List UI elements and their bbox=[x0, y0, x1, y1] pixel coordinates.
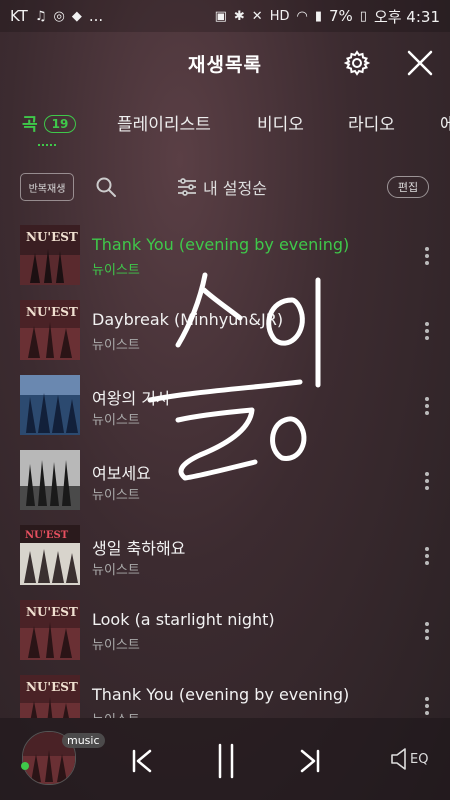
notification-icon: ◆ bbox=[71, 8, 82, 24]
svg-text:NU'EST: NU'EST bbox=[26, 230, 78, 244]
sliders-icon bbox=[178, 178, 196, 196]
list-item[interactable]: NU'EST Look (a starlight night) 뉴이스트 bbox=[0, 593, 450, 668]
song-title: Daybreak (Minhyun&JR) bbox=[92, 310, 284, 329]
svg-text:NU'EST: NU'EST bbox=[26, 605, 78, 619]
music-note-icon: ♫ bbox=[34, 8, 47, 24]
song-list[interactable]: NU'EST Thank You (evening by evening) 뉴이… bbox=[0, 218, 450, 718]
album-art: NU'EST bbox=[20, 600, 80, 660]
song-artist: 뉴이스트 bbox=[92, 563, 140, 578]
tab-video[interactable]: 비디오 bbox=[257, 110, 304, 135]
gear-icon bbox=[343, 50, 371, 76]
song-artist: 뉴이스트 bbox=[92, 638, 140, 653]
song-title: 생일 축하해요 bbox=[92, 539, 186, 558]
song-title: Look (a starlight night) bbox=[92, 610, 275, 629]
list-item[interactable]: 여보세요 뉴이스트 bbox=[0, 443, 450, 518]
album-art: NU'EST bbox=[20, 300, 80, 360]
status-bar: KT ♫ ◎ ◆ ... ▣ ✱ ✕ HD ◠ ▮ 7% ▯ 오후 4:31 bbox=[0, 0, 450, 32]
repeat-button[interactable]: 반복재생 bbox=[20, 173, 74, 201]
sort-button[interactable]: 내 설정순 bbox=[177, 175, 267, 199]
previous-button[interactable] bbox=[124, 743, 160, 779]
list-item[interactable]: NU'EST Thank You (evening by evening) 뉴이… bbox=[0, 218, 450, 293]
more-options-button[interactable] bbox=[420, 616, 434, 646]
close-button[interactable] bbox=[403, 46, 437, 80]
more-notifications: ... bbox=[88, 7, 104, 25]
album-art: NU'EST bbox=[20, 675, 80, 718]
tab-playlist[interactable]: 플레이리스트 bbox=[117, 110, 211, 135]
tab-bar: 곡 19 플레이리스트 비디오 라디오 에 bbox=[0, 96, 450, 156]
album-art bbox=[20, 450, 80, 510]
song-artist: 뉴이스트 bbox=[92, 413, 140, 428]
settings-button[interactable] bbox=[340, 46, 374, 80]
previous-icon bbox=[132, 749, 152, 773]
hd-icon: HD bbox=[269, 8, 290, 24]
more-options-button[interactable] bbox=[420, 466, 434, 496]
tab-songs-label: 곡 bbox=[22, 115, 38, 135]
instagram-icon: ◎ bbox=[53, 8, 65, 24]
song-title: Thank You (evening by evening) bbox=[92, 685, 350, 704]
signal-icon: ▮ bbox=[314, 8, 322, 24]
eq-button[interactable]: EQ bbox=[390, 748, 428, 770]
edit-label: 편집 bbox=[397, 181, 419, 194]
next-button[interactable] bbox=[292, 743, 328, 779]
tab-indicator bbox=[38, 144, 56, 150]
album-art bbox=[20, 375, 80, 435]
bluetooth-icon: ✱ bbox=[233, 8, 245, 24]
more-options-button[interactable] bbox=[420, 316, 434, 346]
status-right: ▣ ✱ ✕ HD ◠ ▮ 7% ▯ 오후 4:31 bbox=[215, 6, 440, 27]
speaker-icon bbox=[391, 748, 406, 770]
search-button[interactable] bbox=[94, 175, 118, 199]
list-item[interactable]: NU'EST Thank You (evening by evening) 뉴이… bbox=[0, 668, 450, 718]
svg-text:NU'EST: NU'EST bbox=[25, 530, 69, 541]
song-artist: 뉴이스트 bbox=[92, 488, 140, 503]
mute-icon: ✕ bbox=[251, 8, 263, 24]
list-toolbar: 반복재생 내 설정순 편집 bbox=[0, 170, 450, 206]
list-item[interactable]: 여왕의 기사 뉴이스트 bbox=[0, 368, 450, 443]
tab-songs[interactable]: 곡 19 bbox=[22, 110, 77, 135]
close-icon bbox=[407, 50, 433, 76]
next-icon bbox=[300, 749, 320, 773]
more-options-button[interactable] bbox=[420, 691, 434, 718]
music-badge: music bbox=[62, 733, 105, 748]
album-art: NU'EST bbox=[20, 225, 80, 285]
song-artist: 뉴이스트 bbox=[92, 709, 140, 718]
playing-indicator-dot bbox=[21, 762, 29, 770]
song-artist: 뉴이스트 bbox=[92, 338, 140, 353]
search-icon bbox=[96, 177, 116, 197]
song-artist: 뉴이스트 bbox=[92, 263, 140, 278]
battery-percent: 7% bbox=[328, 7, 353, 25]
page-title: 재생목록 bbox=[188, 53, 262, 76]
wifi-icon: ◠ bbox=[296, 8, 308, 24]
clock: 오후 4:31 bbox=[373, 7, 440, 26]
lock-icon: ▣ bbox=[214, 8, 227, 24]
svg-text:NU'EST: NU'EST bbox=[26, 680, 78, 694]
album-art: NU'EST bbox=[20, 525, 80, 585]
carrier-label: KT bbox=[10, 7, 28, 25]
more-options-button[interactable] bbox=[420, 391, 434, 421]
song-count-badge: 19 bbox=[43, 115, 77, 133]
song-title: Thank You (evening by evening) bbox=[92, 235, 350, 254]
status-left: KT ♫ ◎ ◆ ... bbox=[10, 7, 103, 25]
list-item[interactable]: NU'EST Daybreak (Minhyun&JR) 뉴이스트 bbox=[0, 293, 450, 368]
pause-icon bbox=[218, 743, 234, 779]
pause-button[interactable] bbox=[208, 743, 244, 779]
repeat-label: 반복재생 bbox=[28, 183, 66, 195]
header: 재생목록 bbox=[0, 32, 450, 94]
tab-radio[interactable]: 라디오 bbox=[348, 110, 395, 135]
more-options-button[interactable] bbox=[420, 241, 434, 271]
list-item[interactable]: NU'EST 생일 축하해요 뉴이스트 bbox=[0, 518, 450, 593]
tab-more[interactable]: 에 bbox=[440, 110, 450, 135]
song-title: 여보세요 bbox=[92, 464, 151, 483]
sort-label: 내 설정순 bbox=[203, 179, 267, 198]
song-title: 여왕의 기사 bbox=[92, 389, 171, 408]
mini-player: music EQ bbox=[0, 718, 450, 800]
svg-text:NU'EST: NU'EST bbox=[26, 305, 78, 319]
eq-label: EQ bbox=[410, 751, 429, 767]
more-options-button[interactable] bbox=[420, 541, 434, 571]
battery-icon: ▯ bbox=[359, 8, 367, 24]
edit-button[interactable]: 편집 bbox=[387, 176, 429, 198]
